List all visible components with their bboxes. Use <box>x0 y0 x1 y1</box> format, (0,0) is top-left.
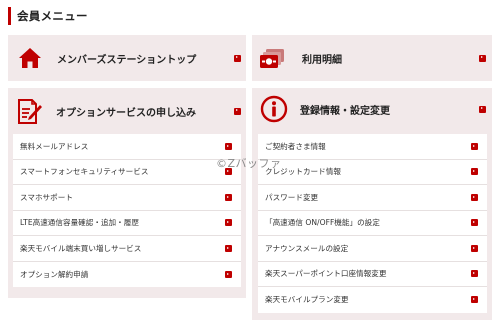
list-item[interactable]: LTE高速通信容量確認・追加・履歴 <box>13 211 241 236</box>
list-item[interactable]: 楽天モバイル端末買い増しサービス <box>13 236 241 262</box>
list-item[interactable]: ご契約者さま情報 <box>258 134 487 160</box>
chevron-right-icon <box>225 244 232 252</box>
header-accent-bar <box>8 7 11 25</box>
chevron-right-icon <box>479 54 486 62</box>
chevron-right-icon <box>471 244 478 252</box>
list-item[interactable]: パスワード変更 <box>258 185 487 211</box>
list-item[interactable]: クレジットカード情報 <box>258 160 487 185</box>
chevron-right-icon <box>479 105 486 113</box>
list-item[interactable]: アナウンスメールの設定 <box>258 236 487 262</box>
chevron-right-icon <box>471 168 478 176</box>
info-icon <box>260 95 288 123</box>
section-header: 会員メニュー <box>8 6 88 26</box>
list-item[interactable]: 楽天モバイルプラン変更 <box>258 287 487 313</box>
chevron-right-icon <box>471 142 478 150</box>
chevron-right-icon <box>225 193 232 201</box>
chevron-right-icon <box>234 54 241 62</box>
list-item[interactable]: 無料メールアドレス <box>13 134 241 160</box>
member-station-title: メンバーズステーショントップ <box>57 54 197 66</box>
registration-list: ご契約者さま情報 クレジットカード情報 パスワード変更 「高速通信 ON/OFF… <box>258 134 487 313</box>
usage-title: 利用明細 <box>302 54 342 66</box>
chevron-right-icon <box>225 142 232 150</box>
bill-icon <box>260 47 286 69</box>
house-icon <box>17 45 43 71</box>
form-pen-icon <box>17 97 43 125</box>
chevron-right-icon <box>471 193 478 201</box>
chevron-right-icon <box>471 219 478 227</box>
list-item[interactable]: スマホサポート <box>13 185 241 211</box>
chevron-right-icon <box>225 219 232 227</box>
list-item[interactable]: スマートフォンセキュリティサービス <box>13 160 241 185</box>
member-station-card[interactable]: メンバーズステーショントップ <box>8 35 246 81</box>
registration-title: 登録情報・設定変更 <box>300 105 390 117</box>
options-list: 無料メールアドレス スマートフォンセキュリティサービス スマホサポート LTE高… <box>13 134 241 287</box>
registration-card: 登録情報・設定変更 ご契約者さま情報 クレジットカード情報 パスワード変更 「高… <box>252 88 492 320</box>
list-item[interactable]: 楽天スーパーポイント口座情報変更 <box>258 262 487 287</box>
chevron-right-icon <box>225 270 232 278</box>
list-item[interactable]: オプション解約申請 <box>13 262 241 288</box>
chevron-right-icon <box>471 270 478 278</box>
options-card: オプションサービスの申し込み 無料メールアドレス スマートフォンセキュリティサー… <box>8 88 246 298</box>
chevron-right-icon <box>471 296 478 304</box>
page-title: 会員メニュー <box>17 9 88 23</box>
chevron-right-icon <box>234 107 241 115</box>
options-title: オプションサービスの申し込み <box>56 107 196 119</box>
list-item[interactable]: 「高速通信 ON/OFF機能」の設定 <box>258 211 487 236</box>
usage-card[interactable]: 利用明細 <box>252 35 492 81</box>
watermark-text: ©Zバッファ <box>216 157 282 170</box>
